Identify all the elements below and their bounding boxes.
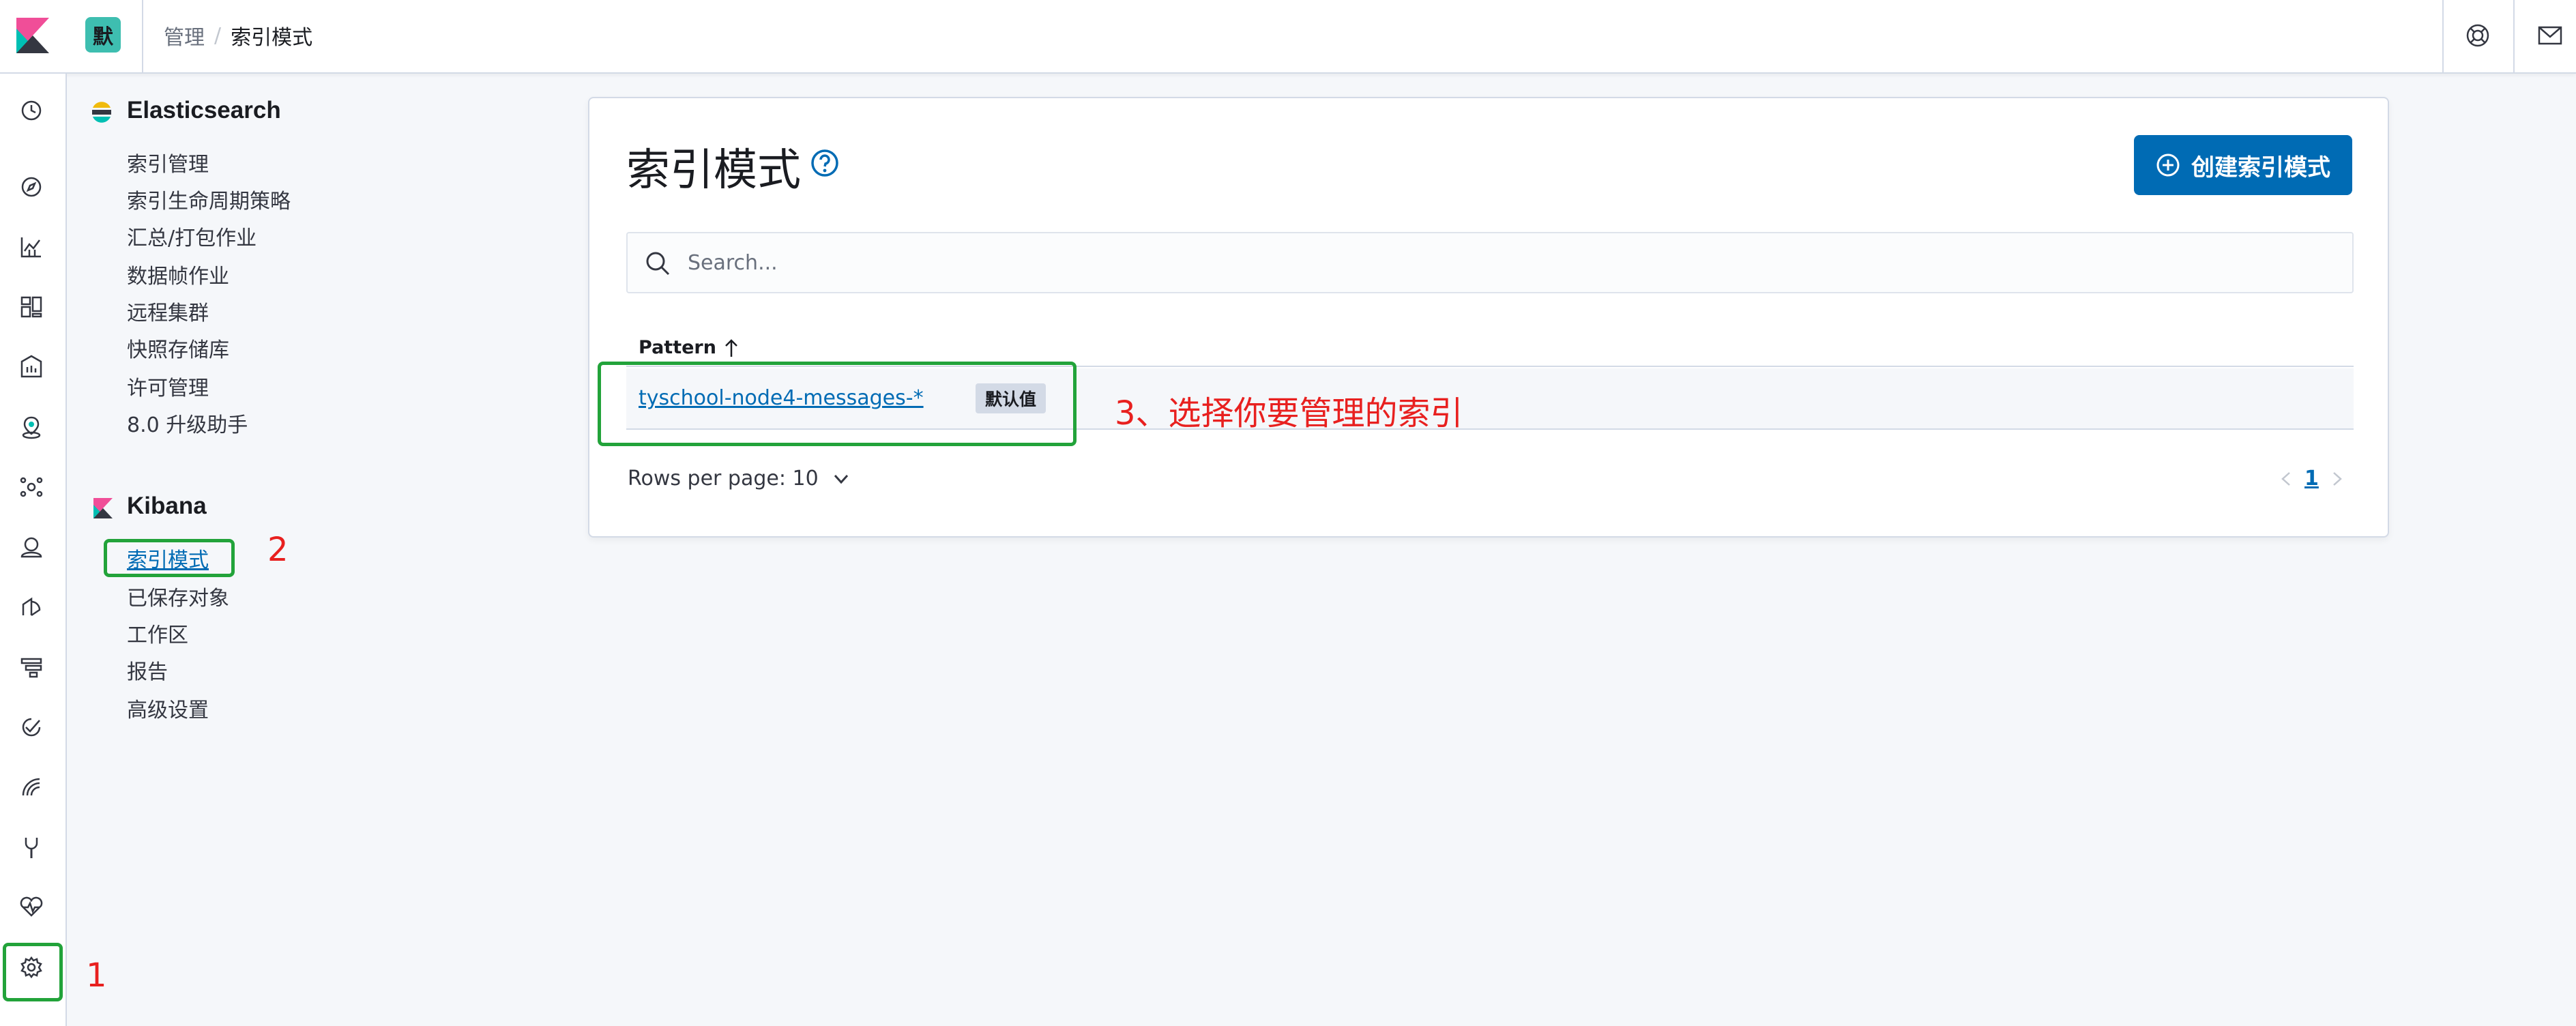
breadcrumb-index-patterns: 索引模式: [231, 26, 313, 50]
ml-icon[interactable]: [16, 472, 46, 502]
logs-icon[interactable]: [16, 592, 46, 622]
help-question-icon[interactable]: [809, 147, 840, 179]
sidebar-item-reporting[interactable]: 报告: [127, 655, 168, 685]
sidebar-item-transform-jobs[interactable]: 数据帧作业: [127, 259, 229, 289]
left-nav: [0, 74, 67, 1026]
header-divider: [142, 0, 143, 72]
annotation-step2-label: 2: [267, 531, 289, 569]
breadcrumb-separator: /: [214, 23, 222, 48]
sidebar-item-ilm[interactable]: 索引生命周期策略: [127, 184, 291, 214]
kibana-section-title: Kibana: [127, 493, 207, 519]
kibana-logo-icon[interactable]: [12, 15, 53, 56]
rows-per-page-selector[interactable]: Rows per page: 10: [628, 467, 851, 490]
chevron-down-icon: [834, 474, 848, 484]
breadcrumb-management[interactable]: 管理: [164, 20, 205, 50]
clock-icon[interactable]: [16, 96, 46, 126]
help-lifebuoy-icon[interactable]: [2464, 22, 2491, 49]
page-number[interactable]: 1: [2304, 467, 2319, 490]
sidebar-item-index-management[interactable]: 索引管理: [127, 147, 209, 177]
canvas-icon[interactable]: [16, 352, 46, 382]
sidebar-item-upgrade-assistant[interactable]: 8.0 升级助手: [127, 408, 248, 438]
annotation-step3-label: 3、选择你要管理的索引: [1115, 394, 1463, 433]
search-field[interactable]: [626, 232, 2354, 293]
sidebar-item-snapshot-repos[interactable]: 快照存储库: [127, 333, 229, 363]
search-icon: [646, 252, 670, 276]
page-title: 索引模式: [626, 145, 801, 196]
chevron-left-icon[interactable]: [2277, 469, 2295, 489]
annotation-box-step3: [598, 362, 1077, 446]
breadcrumb: 管理 / 索引模式: [164, 20, 312, 50]
sidebar-item-saved-objects[interactable]: 已保存对象: [127, 581, 229, 611]
annotation-box-step1: [3, 943, 63, 1001]
header-divider: [2513, 0, 2515, 72]
sort-ascending-icon: [725, 338, 737, 357]
annotation-box-step2: [104, 539, 235, 577]
maps-icon[interactable]: [16, 412, 46, 442]
siem-icon[interactable]: [16, 772, 46, 802]
create-button-label: 创建索引模式: [2191, 154, 2330, 181]
chevron-right-icon[interactable]: [2328, 469, 2346, 489]
top-header: 默 管理 / 索引模式: [0, 0, 2576, 74]
elasticsearch-section-title: Elasticsearch: [127, 97, 281, 123]
sidebar-item-rollup-jobs[interactable]: 汇总/打包作业: [127, 221, 257, 251]
dev-tools-icon[interactable]: [16, 832, 46, 862]
create-index-pattern-button[interactable]: 创建索引模式: [2134, 135, 2352, 195]
pattern-column-label: Pattern: [639, 337, 716, 358]
kibana-section-logo-icon: [93, 498, 113, 518]
sidebar-item-advanced-settings[interactable]: 高级设置: [127, 693, 209, 723]
elasticsearch-logo-icon: [92, 102, 111, 123]
sidebar-item-remote-clusters[interactable]: 远程集群: [127, 296, 209, 326]
apm-icon[interactable]: [16, 652, 46, 682]
visualize-icon[interactable]: [16, 232, 46, 262]
annotation-step1-label: 1: [86, 956, 107, 995]
sidebar-item-spaces[interactable]: 工作区: [127, 618, 188, 648]
pagination: 1: [2277, 467, 2346, 490]
mail-icon[interactable]: [2536, 23, 2564, 48]
dashboard-icon[interactable]: [16, 292, 46, 322]
pattern-column-header[interactable]: Pattern: [639, 337, 741, 358]
index-patterns-panel: 索引模式 创建索引模式 Pattern tyschool-node4-mess: [588, 97, 2389, 538]
rows-per-page-label: Rows per page: 10: [628, 467, 819, 490]
sidebar-item-license[interactable]: 许可管理: [127, 371, 209, 401]
space-avatar[interactable]: 默: [85, 17, 121, 53]
compass-icon[interactable]: [16, 172, 46, 202]
plus-circle-icon: [2156, 153, 2180, 177]
monitoring-icon[interactable]: [16, 892, 46, 922]
search-input[interactable]: [686, 244, 2324, 281]
header-divider: [2442, 0, 2444, 72]
metrics-icon[interactable]: [16, 532, 46, 562]
uptime-icon[interactable]: [16, 712, 46, 742]
